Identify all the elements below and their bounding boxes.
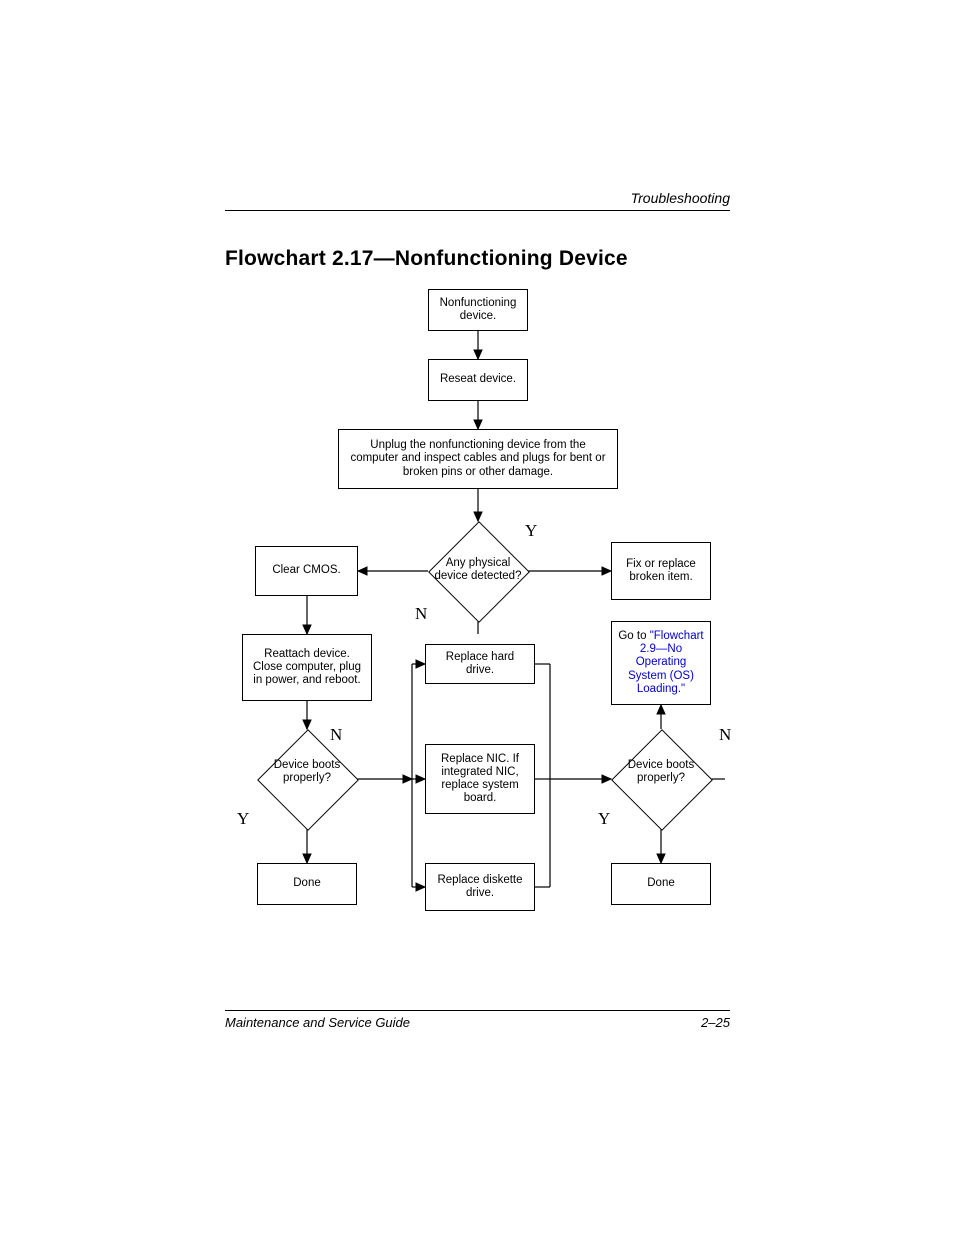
label-n-2: N bbox=[330, 725, 342, 745]
section-label: Troubleshooting bbox=[225, 190, 730, 206]
label-y-2: Y bbox=[237, 809, 249, 829]
node-replace-nic: Replace NIC. If integrated NIC, replace … bbox=[425, 744, 535, 814]
node-replace-hd: Replace hard drive. bbox=[425, 644, 535, 684]
page-title: Flowchart 2.17—Nonfunctioning Device bbox=[225, 247, 730, 271]
decision-boots-left-label: Device boots properly? bbox=[257, 759, 357, 785]
header-rule bbox=[225, 210, 730, 211]
node-replace-diskette: Replace diskette drive. bbox=[425, 863, 535, 911]
node-reseat: Reseat device. bbox=[428, 359, 528, 401]
node-done-left: Done bbox=[257, 863, 357, 905]
goto-prefix: Go to bbox=[618, 630, 649, 642]
label-y-1: Y bbox=[525, 521, 537, 541]
decision-boots-right-label: Device boots properly? bbox=[611, 759, 711, 785]
decision-physical-damage-label: Any physical device detected? bbox=[428, 557, 528, 583]
flowchart: Nonfunctioning device. Reseat device. Un… bbox=[225, 289, 730, 929]
label-n-3: N bbox=[719, 725, 731, 745]
node-done-right: Done bbox=[611, 863, 711, 905]
footer-rule bbox=[225, 1010, 730, 1011]
node-clear-cmos: Clear CMOS. bbox=[255, 546, 358, 596]
footer-left: Maintenance and Service Guide bbox=[225, 1015, 410, 1030]
node-fix-replace: Fix or replace broken item. bbox=[611, 542, 711, 600]
footer: Maintenance and Service Guide 2–25 bbox=[225, 1010, 730, 1030]
node-unplug: Unplug the nonfunctioning device from th… bbox=[338, 429, 618, 489]
node-goto: Go to "Flowchart 2.9—No Operating System… bbox=[611, 621, 711, 705]
footer-right: 2–25 bbox=[701, 1015, 730, 1030]
node-start: Nonfunctioning device. bbox=[428, 289, 528, 331]
node-reattach: Reattach device. Close computer, plug in… bbox=[242, 634, 372, 701]
label-y-3: Y bbox=[598, 809, 610, 829]
label-n-1: N bbox=[415, 604, 427, 624]
